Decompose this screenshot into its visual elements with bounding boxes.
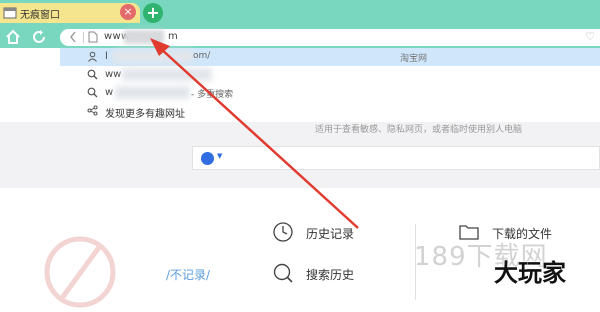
no-record-label: /不记录/ xyxy=(166,268,211,282)
search-history-button[interactable]: 搜索历史 xyxy=(272,262,382,286)
search-icon xyxy=(273,263,293,283)
search-box[interactable]: ▼ xyxy=(192,146,600,170)
history-button[interactable]: 历史记录 xyxy=(272,221,382,245)
suggestion-text: w xyxy=(105,87,114,98)
suggestion-text: l xyxy=(105,51,108,62)
tab-incognito[interactable]: 无痕窗口 × xyxy=(0,3,140,23)
suggestion-item[interactable]: l om/ 淘宝网 xyxy=(60,48,600,66)
share-icon xyxy=(87,105,98,116)
heart-icon[interactable]: ♡ xyxy=(585,30,595,43)
chevron-down-icon[interactable]: ▼ xyxy=(217,152,222,160)
close-icon[interactable]: × xyxy=(120,4,136,20)
redacted-text xyxy=(113,50,193,63)
watermark-brand: 大玩家 xyxy=(494,259,566,287)
suggestion-text: 发现更多有趣网址 xyxy=(105,109,185,120)
user-icon xyxy=(88,51,97,62)
redacted-url xyxy=(124,30,164,44)
suggestion-item[interactable]: 发现更多有趣网址 xyxy=(60,102,600,120)
tab-bar: 无痕窗口 × + xyxy=(0,0,600,26)
clock-icon xyxy=(273,222,293,242)
redacted-text xyxy=(115,86,190,99)
home-icon[interactable] xyxy=(4,28,22,46)
refresh-icon[interactable] xyxy=(30,28,48,46)
incognito-info: 适用于查看敏感、隐私网页，或者临时使用别人电脑 xyxy=(315,125,523,135)
redacted-text xyxy=(122,68,212,81)
tab-title: 无痕窗口 xyxy=(20,10,60,21)
suggestion-url-tail: om/ xyxy=(193,51,211,61)
suggestion-item[interactable]: ww xyxy=(60,66,600,84)
address-bar[interactable]: www. m ♡ xyxy=(60,29,600,46)
search-icon xyxy=(87,87,98,98)
search-icon xyxy=(87,69,98,80)
incognito-panel: 适用于查看敏感、隐私网页，或者临时使用别人电脑 ▼ xyxy=(0,122,600,188)
suggestion-extra: - 多重搜索 xyxy=(191,90,234,100)
toolbar: www. m ♡ xyxy=(0,26,600,48)
suggestion-text: ww xyxy=(105,69,122,80)
suggestion-dropdown: l om/ 淘宝网 ww w - 多重搜索 发现更多有趣网址 xyxy=(60,48,600,123)
suggestion-item[interactable]: w - 多重搜索 xyxy=(60,84,600,102)
address-suffix: m xyxy=(168,31,178,42)
new-tab-button[interactable]: + xyxy=(143,3,163,23)
suggestion-site-name: 淘宝网 xyxy=(400,54,428,64)
divider xyxy=(83,32,84,43)
incognito-window-icon xyxy=(3,7,17,19)
search-engine-icon[interactable] xyxy=(201,152,214,165)
no-record-icon xyxy=(44,236,116,308)
back-icon[interactable] xyxy=(68,30,78,44)
history-label: 历史记录 xyxy=(306,227,355,241)
search-history-label: 搜索历史 xyxy=(306,268,355,282)
page-icon xyxy=(88,31,98,43)
